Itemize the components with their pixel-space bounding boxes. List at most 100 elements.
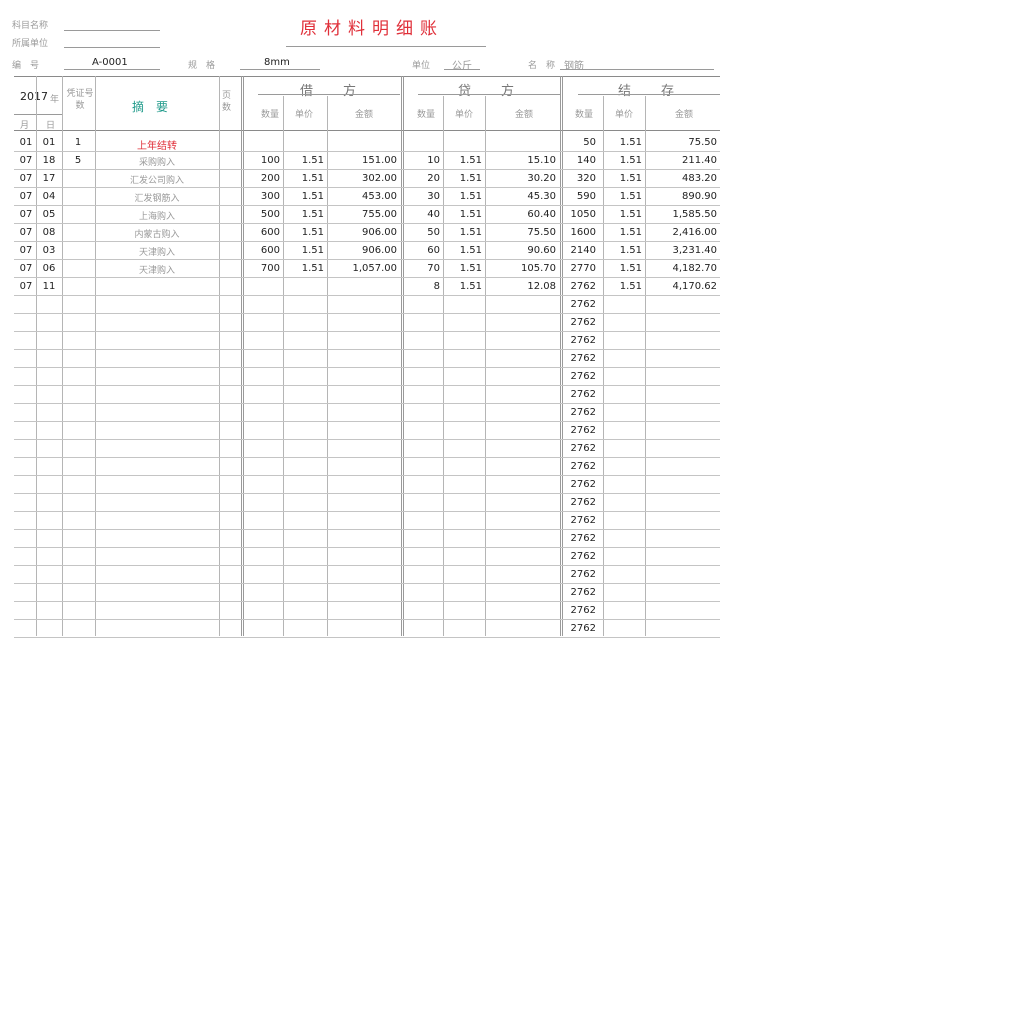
balance-amount-cell: 1,585.50	[672, 209, 717, 220]
credit-amount-cell: 12.08	[527, 281, 556, 292]
balance-qty-cell: 2762	[570, 443, 596, 454]
row-divider	[14, 241, 720, 242]
row-divider	[14, 169, 720, 170]
balance-price-cell: 1.51	[619, 209, 642, 220]
table-top-rule	[14, 76, 720, 77]
row-divider	[14, 475, 720, 476]
debit-qty-cell: 100	[260, 155, 280, 166]
summary-cell: 汇发钢筋入	[134, 194, 180, 204]
row-divider	[14, 421, 720, 422]
balance-qty-cell: 2762	[570, 515, 596, 526]
summary-cell: 采购购入	[138, 158, 175, 168]
debit-qty-cell: 300	[260, 191, 280, 202]
spec-value: 8mm	[264, 57, 290, 68]
balance-amount-cell: 4,182.70	[672, 263, 717, 274]
row-divider	[14, 583, 720, 584]
balance-qty-cell: 590	[576, 191, 596, 202]
credit-price-header: 单价	[454, 110, 473, 120]
month-cell: 07	[19, 173, 33, 184]
balance-qty-cell: 2762	[570, 569, 596, 580]
debit-price-cell: 1.51	[301, 263, 324, 274]
balance-price-cell: 1.51	[619, 173, 642, 184]
summary-cell: 上海购入	[138, 212, 175, 222]
day-cell: 05	[42, 209, 56, 220]
debit-title: 借方	[300, 84, 387, 99]
code-underline	[64, 69, 160, 70]
col-divider	[603, 96, 604, 636]
credit-qty-cell: 50	[427, 227, 440, 238]
name-underline	[560, 69, 714, 70]
row-divider	[14, 223, 720, 224]
credit-qty-cell: 20	[427, 173, 440, 184]
row-divider	[14, 205, 720, 206]
summary-cell: 上年结转	[137, 141, 177, 152]
debit-title-underline	[258, 94, 400, 95]
credit-qty-header: 数量	[416, 110, 435, 120]
balance-qty-cell: 2762	[570, 299, 596, 310]
row-divider	[14, 385, 720, 386]
row-divider	[14, 457, 720, 458]
balance-qty-cell: 2762	[570, 371, 596, 382]
credit-price-cell: 1.51	[459, 191, 482, 202]
credit-amount-cell: 60.40	[527, 209, 556, 220]
debit-amount-cell: 1,057.00	[352, 263, 397, 274]
debit-price-cell: 1.51	[301, 155, 324, 166]
balance-amount-cell: 75.50	[688, 137, 717, 148]
balance-qty-cell: 2762	[570, 317, 596, 328]
debit-amount-cell: 906.00	[362, 245, 397, 256]
unit-label: 单位	[412, 61, 431, 71]
balance-qty-header: 数量	[574, 110, 593, 120]
col-divider-double	[560, 76, 563, 636]
balance-price-cell: 1.51	[619, 155, 642, 166]
debit-price-cell: 1.51	[301, 227, 324, 238]
balance-qty-cell: 140	[576, 155, 596, 166]
day-cell: 03	[42, 245, 56, 256]
debit-price-cell: 1.51	[301, 245, 324, 256]
balance-qty-cell: 2762	[570, 389, 596, 400]
credit-amount-header: 金额	[514, 110, 533, 120]
row-divider	[14, 331, 720, 332]
year-suffix: 年	[50, 95, 60, 105]
row-divider	[14, 529, 720, 530]
unit-org-label: 所属单位	[12, 39, 49, 49]
day-cell: 06	[42, 263, 56, 274]
row-divider	[14, 403, 720, 404]
col-divider	[219, 76, 220, 636]
month-cell: 07	[19, 191, 33, 202]
code-value: A-0001	[92, 57, 128, 68]
voucher-cell: 5	[74, 155, 82, 166]
credit-amount-cell: 15.10	[527, 155, 556, 166]
debit-amount-cell: 302.00	[362, 173, 397, 184]
ledger-table: 2017 年 凭证号数 摘 要 页数 月 日 借方 贷方 结存 数量 单价 金额…	[14, 76, 720, 638]
balance-qty-cell: 2762	[570, 335, 596, 346]
credit-price-cell: 1.51	[459, 245, 482, 256]
day-cell: 11	[42, 281, 56, 292]
credit-qty-cell: 70	[427, 263, 440, 274]
code-label: 编 号	[12, 61, 40, 71]
balance-qty-cell: 2762	[570, 281, 596, 292]
credit-price-cell: 1.51	[459, 173, 482, 184]
year-value: 2017	[20, 90, 48, 103]
row-divider	[14, 511, 720, 512]
month-cell: 07	[19, 281, 33, 292]
col-divider	[283, 96, 284, 636]
balance-price-cell: 1.51	[619, 137, 642, 148]
credit-price-cell: 1.51	[459, 281, 482, 292]
balance-qty-cell: 320	[576, 173, 596, 184]
balance-amount-cell: 3,231.40	[672, 245, 717, 256]
day-cell: 18	[42, 155, 56, 166]
debit-price-cell: 1.51	[301, 209, 324, 220]
spec-underline	[240, 69, 320, 70]
col-divider	[443, 96, 444, 636]
credit-price-cell: 1.51	[459, 209, 482, 220]
month-cell: 07	[19, 209, 33, 220]
col-divider	[327, 96, 328, 636]
unit-org-underline	[64, 47, 160, 48]
balance-title-underline	[578, 94, 720, 95]
balance-qty-cell: 2762	[570, 353, 596, 364]
balance-qty-cell: 2762	[570, 587, 596, 598]
debit-qty-cell: 500	[260, 209, 280, 220]
row-divider	[14, 439, 720, 440]
row-divider	[14, 547, 720, 548]
row-divider	[14, 187, 720, 188]
